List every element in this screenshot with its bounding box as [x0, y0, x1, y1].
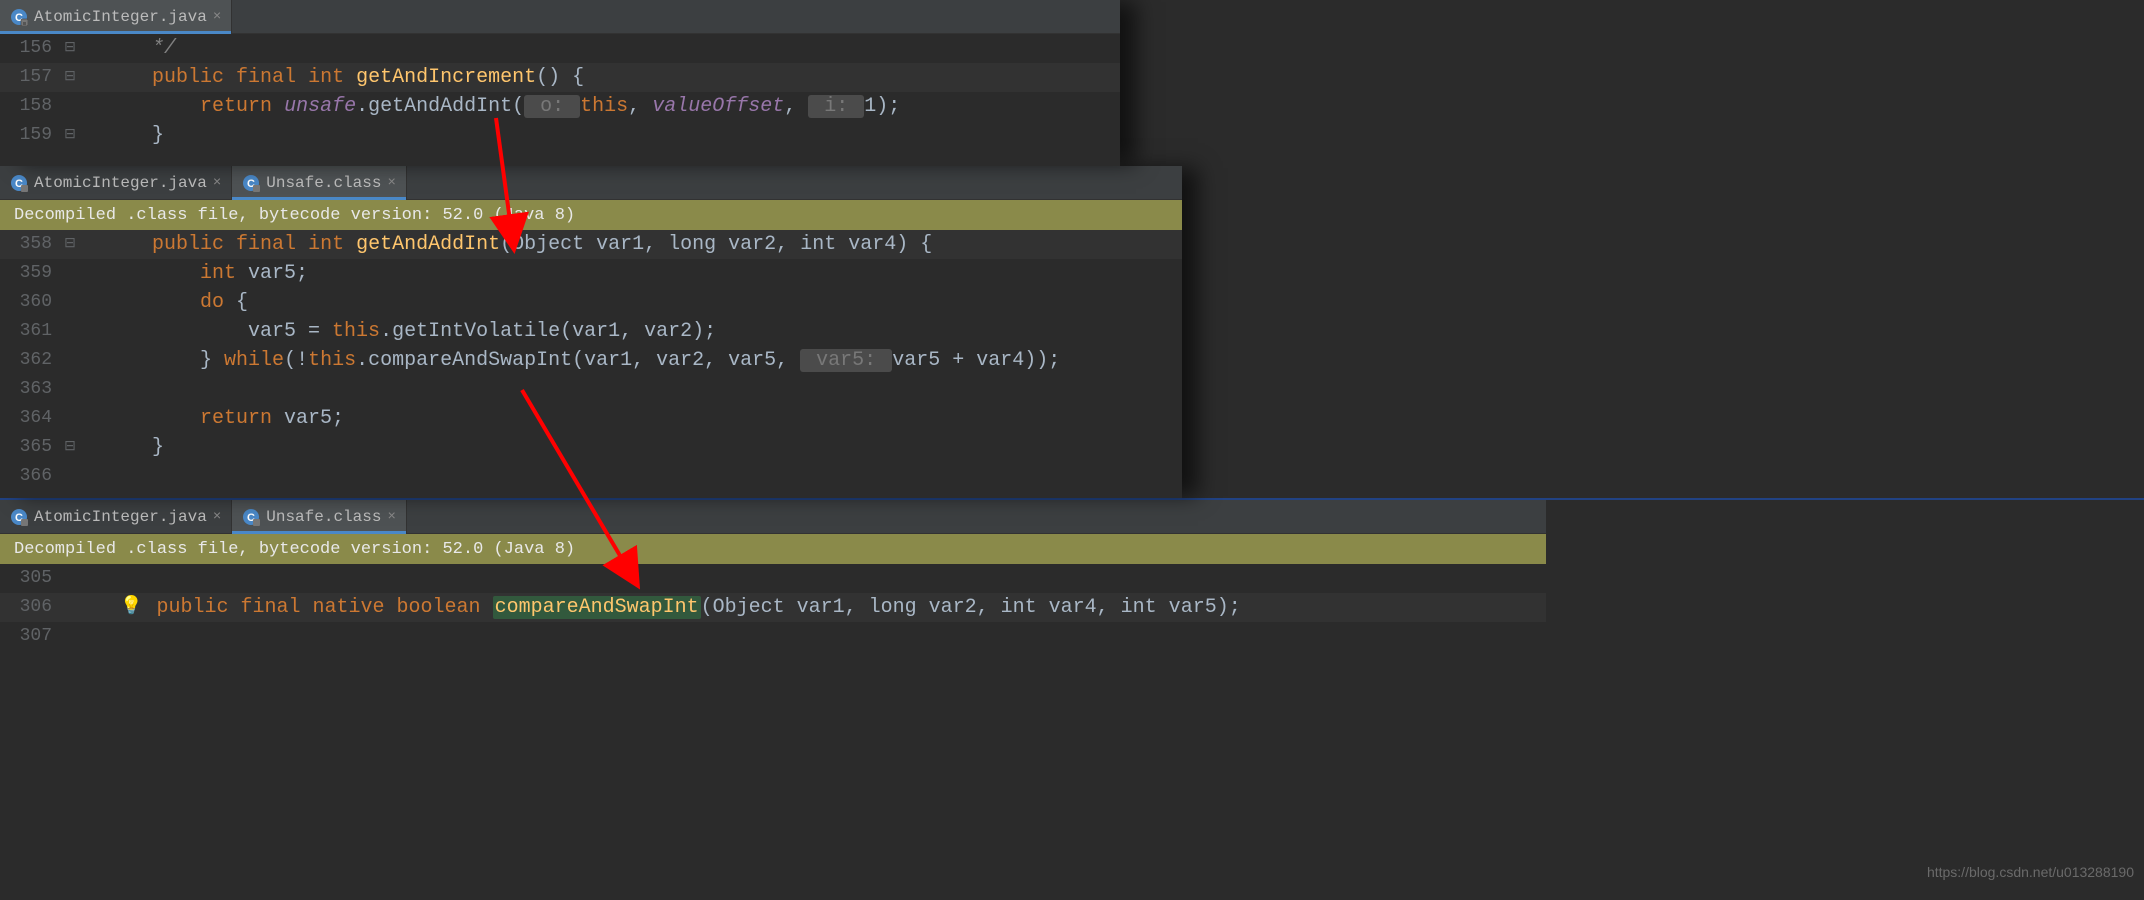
tab-label: AtomicInteger.java — [34, 508, 207, 526]
line-number: 361 — [0, 317, 60, 346]
tab-label: AtomicInteger.java — [34, 8, 207, 26]
line-number: 362 — [0, 346, 60, 375]
line-number: 305 — [0, 564, 60, 593]
editor-panel-2: C AtomicInteger.java × C Unsafe.class × … — [0, 166, 1182, 498]
tab-label: Unsafe.class — [266, 508, 381, 526]
line-number: 359 — [0, 259, 60, 288]
fold-marker[interactable]: ⊟ — [60, 230, 80, 259]
tab-atomicinteger[interactable]: C AtomicInteger.java × — [0, 500, 232, 533]
line-number: 307 — [0, 622, 60, 651]
line-number: 363 — [0, 375, 60, 404]
tab-atomicinteger[interactable]: C AtomicInteger.java × — [0, 0, 232, 33]
tab-bar: C AtomicInteger.java × C Unsafe.class × — [0, 500, 1546, 534]
line-number: 366 — [0, 462, 60, 491]
fold-marker[interactable]: ⊟ — [60, 34, 80, 63]
close-icon[interactable]: × — [213, 509, 221, 525]
class-file-icon: C — [10, 8, 28, 26]
close-icon[interactable]: × — [213, 9, 221, 25]
line-number: 306 — [0, 593, 60, 622]
fold-marker[interactable]: ⊟ — [60, 63, 80, 92]
line-number: 360 — [0, 288, 60, 317]
fold-marker[interactable]: ⊟ — [60, 433, 80, 462]
close-icon[interactable]: × — [387, 509, 395, 525]
fold-marker[interactable]: ⊟ — [60, 121, 80, 150]
line-number: 158 — [0, 92, 60, 121]
code-area[interactable]: 156 ⊟ */ 157 ⊟ public final int getAndIn… — [0, 34, 1120, 179]
code-area[interactable]: 358 ⊟ public final int getAndAddInt(Obje… — [0, 230, 1182, 491]
code-area[interactable]: 305 306 💡 public final native boolean co… — [0, 564, 1546, 651]
line-number: 358 — [0, 230, 60, 259]
tab-bar: C AtomicInteger.java × — [0, 0, 1120, 34]
editor-panel-3: C AtomicInteger.java × C Unsafe.class × … — [0, 500, 1546, 654]
class-file-icon: C — [10, 508, 28, 526]
line-number: 364 — [0, 404, 60, 433]
line-number: 159 — [0, 121, 60, 150]
watermark: https://blog.csdn.net/u013288190 — [1927, 864, 2134, 880]
line-number: 156 — [0, 34, 60, 63]
line-number: 365 — [0, 433, 60, 462]
decompiled-notification: Decompiled .class file, bytecode version… — [0, 534, 1546, 564]
class-file-icon: C — [242, 508, 260, 526]
tab-unsafe[interactable]: C Unsafe.class × — [232, 500, 407, 533]
editor-panel-1: C AtomicInteger.java × 156 ⊟ */ 157 ⊟ pu… — [0, 0, 1120, 166]
line-number: 157 — [0, 63, 60, 92]
decompiled-notification: Decompiled .class file, bytecode version… — [0, 200, 1182, 230]
